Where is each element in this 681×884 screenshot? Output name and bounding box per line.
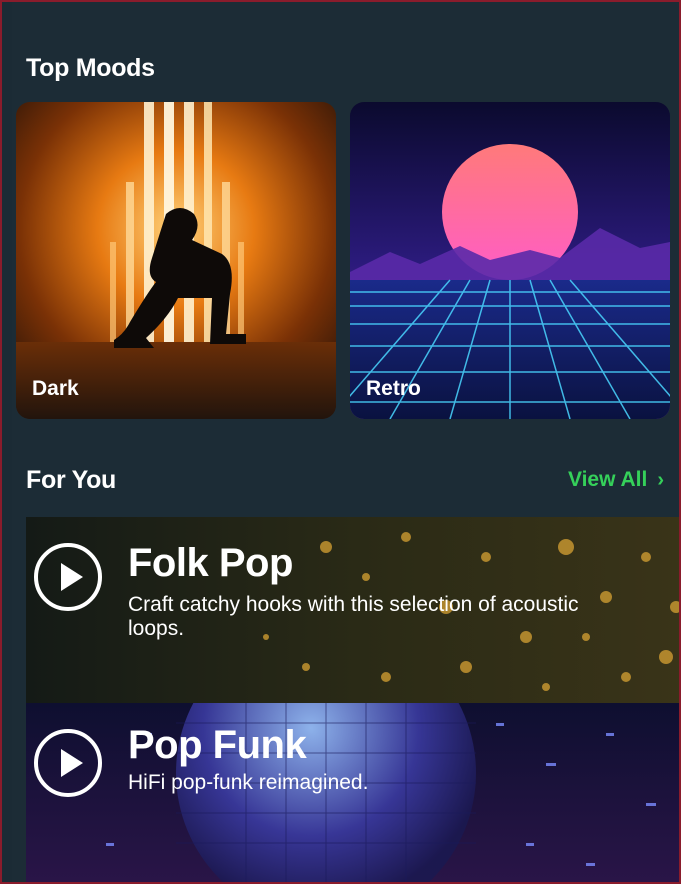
playlist-pop-funk[interactable]: Pop Funk HiFi pop-funk reimagined.: [26, 703, 679, 882]
playlist-title: Folk Pop: [128, 541, 293, 585]
for-you-heading: For You: [26, 466, 117, 494]
mood-card-dark[interactable]: Dark: [16, 102, 336, 419]
play-icon: [61, 749, 83, 777]
mood-card-label: Retro: [366, 377, 421, 400]
play-icon: [61, 563, 83, 591]
play-button[interactable]: [34, 543, 102, 611]
chevron-right-icon: ›: [657, 468, 664, 491]
mood-card-retro[interactable]: Retro: [350, 102, 670, 419]
playlist-description: HiFi pop-funk reimagined.: [128, 771, 369, 794]
content-area: Top Moods Dark Retro For You View All › …: [12, 2, 679, 882]
dark-mood-artwork: [16, 102, 336, 419]
playlist-description: Craft catchy hooks with this selection o…: [128, 593, 579, 640]
mood-card-label: Dark: [32, 377, 79, 400]
view-all-label: View All: [567, 468, 648, 491]
retro-mood-artwork: [350, 102, 670, 419]
play-button[interactable]: [34, 729, 102, 797]
playlist-title: Pop Funk: [128, 723, 307, 767]
view-all-link[interactable]: View All ›: [568, 468, 664, 492]
playlist-folk-pop[interactable]: Folk Pop Craft catchy hooks with this se…: [26, 517, 679, 703]
app-frame: Top Moods Dark Retro For You View All › …: [0, 0, 681, 884]
top-moods-heading: Top Moods: [26, 54, 155, 82]
